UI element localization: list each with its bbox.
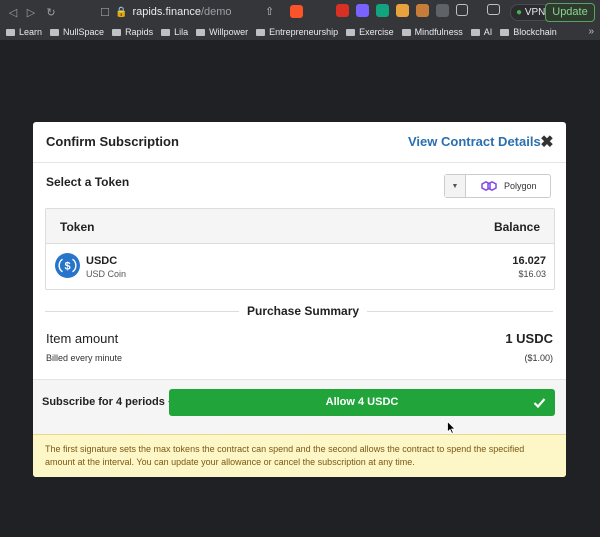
bookmark-label: Mindfulness xyxy=(414,27,463,37)
allow-button-label: Allow 4 USDC xyxy=(325,396,399,408)
modal-header: Confirm Subscription View Contract Detai… xyxy=(33,122,566,163)
billing-fiat-amount: ($1.00) xyxy=(524,353,553,363)
periods-label: Subscribe for 4 periods xyxy=(42,396,165,408)
folder-icon xyxy=(346,28,356,36)
wallet-icon[interactable] xyxy=(487,4,500,15)
column-header-token: Token xyxy=(60,220,95,234)
bookmark-folder[interactable]: AI xyxy=(470,27,493,37)
column-header-balance: Balance xyxy=(493,220,540,234)
token-fiat-value: $16.03 xyxy=(518,269,546,279)
allow-button[interactable]: Allow 4 USDC xyxy=(169,389,555,416)
bookmark-label: Rapids xyxy=(125,27,154,37)
bookmark-label: NullSpace xyxy=(63,27,105,37)
bookmark-label: Entrepreneurship xyxy=(269,27,339,37)
check-icon xyxy=(533,398,546,409)
bookmark-folder[interactable]: NullSpace xyxy=(50,27,104,37)
token-balance: 16.027 xyxy=(512,255,546,267)
bookmark-label: Lila xyxy=(174,27,189,37)
billing-interval-label: Billed every minute xyxy=(46,353,123,363)
token-symbol: USDC xyxy=(86,255,118,267)
reload-icon[interactable]: ↻ xyxy=(42,6,60,19)
purchase-summary-title: Purchase Summary xyxy=(239,304,368,318)
folder-icon xyxy=(401,28,411,36)
folder-icon xyxy=(50,28,60,36)
folder-icon xyxy=(6,28,15,36)
bookmark-label: Learn xyxy=(19,27,43,37)
folder-icon xyxy=(500,28,510,36)
bookmark-folder[interactable]: Rapids xyxy=(112,27,153,37)
extension-icon[interactable] xyxy=(396,4,409,17)
token-table-header: Token Balance xyxy=(46,209,554,244)
token-table: Token Balance $ USDC USD Coin 16.027 $16… xyxy=(45,208,555,290)
caret-down-icon: ▼ xyxy=(445,175,466,197)
bookmark-folder[interactable]: Mindfulness xyxy=(401,27,463,37)
bookmark-folder[interactable]: Learn xyxy=(6,27,42,37)
bookmark-label: Blockchain xyxy=(513,27,557,37)
item-amount-label: Item amount xyxy=(46,331,119,346)
action-bar: Subscribe for 4 periods▼ Allow 4 USDC xyxy=(33,379,566,435)
url-path: /demo xyxy=(200,6,232,18)
bookmark-label: AI xyxy=(483,27,493,37)
vpn-label: VPN xyxy=(524,7,546,18)
modal-title: Confirm Subscription xyxy=(46,134,179,149)
bookmarks-bar: Learn NullSpace Rapids Lila Willpower En… xyxy=(0,24,600,40)
allowance-notice: The first signature sets the max tokens … xyxy=(33,434,566,477)
view-contract-link[interactable]: View Contract Details xyxy=(408,134,541,149)
folder-icon xyxy=(112,28,122,36)
network-label: Polygon xyxy=(504,181,537,191)
forward-icon[interactable]: ▷ xyxy=(22,6,40,19)
folder-icon xyxy=(470,28,480,36)
extension-icon[interactable] xyxy=(376,4,389,17)
polygon-icon xyxy=(481,180,497,192)
usdc-icon: $ xyxy=(55,253,80,278)
back-icon[interactable]: ◁ xyxy=(4,6,22,19)
bookmark-star-icon[interactable]: ☐ xyxy=(96,6,114,19)
more-bookmarks-icon[interactable]: » xyxy=(588,26,594,37)
brave-shield-icon[interactable] xyxy=(290,5,303,18)
puzzle-icon[interactable] xyxy=(436,4,449,17)
close-icon[interactable]: ✖ xyxy=(540,132,554,152)
bookmark-folder[interactable]: Entrepreneurship xyxy=(256,27,338,37)
item-amount-value: 1 USDC xyxy=(505,331,553,346)
bookmark-folder[interactable]: Blockchain xyxy=(500,27,557,37)
bookmark-label: Willpower xyxy=(209,27,249,37)
metamask-fox-icon[interactable] xyxy=(416,4,429,17)
network-select[interactable]: ▼ Polygon xyxy=(444,174,551,198)
select-token-label: Select a Token xyxy=(46,175,130,189)
periods-dropdown[interactable]: Subscribe for 4 periods▼ xyxy=(42,396,174,408)
table-row[interactable]: $ USDC USD Coin 16.027 $16.03 xyxy=(46,244,554,289)
vpn-dot-icon: ● xyxy=(516,7,523,18)
lock-icon: 🔒 xyxy=(115,6,128,18)
folder-icon xyxy=(161,28,171,36)
confirm-subscription-modal: Confirm Subscription View Contract Detai… xyxy=(33,122,566,477)
extension-icon[interactable] xyxy=(356,4,369,17)
folder-icon xyxy=(256,28,266,36)
update-button[interactable]: Update xyxy=(545,3,595,22)
bookmark-label: Exercise xyxy=(359,27,394,37)
share-icon[interactable]: ⇧ xyxy=(265,5,274,18)
url-host: rapids.finance xyxy=(132,6,201,18)
address-bar[interactable]: 🔒 rapids.finance/demo xyxy=(115,3,310,21)
folder-icon xyxy=(196,28,206,36)
bookmark-folder[interactable]: Willpower xyxy=(196,27,248,37)
sidebar-icon[interactable] xyxy=(456,4,468,16)
extension-icon[interactable] xyxy=(336,4,349,17)
token-name: USD Coin xyxy=(86,269,127,279)
svg-text:$: $ xyxy=(64,261,70,273)
bookmark-folder[interactable]: Lila xyxy=(161,27,188,37)
extensions-area xyxy=(336,4,500,17)
mouse-cursor-icon xyxy=(447,421,456,434)
bookmark-folder[interactable]: Exercise xyxy=(346,27,394,37)
